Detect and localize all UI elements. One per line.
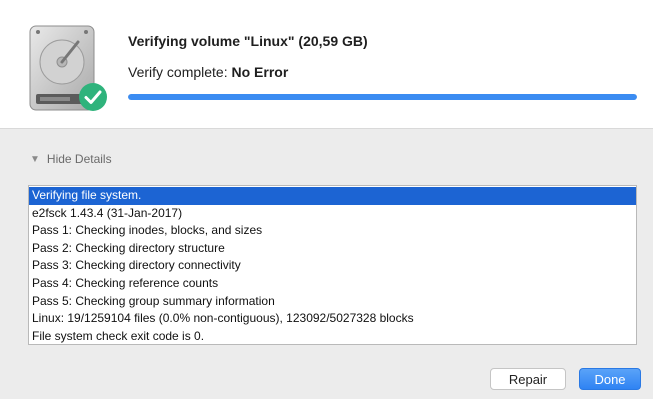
log-line[interactable]: Linux: 19/1259104 files (0.0% non-contig… [29,310,636,328]
verify-status: Verify complete: No Error [128,64,288,80]
hide-details-label: Hide Details [46,152,112,166]
log-line[interactable]: Pass 5: Checking group summary informati… [29,293,636,311]
hide-details-toggle[interactable]: ▼ Hide Details [30,152,112,166]
log-line[interactable]: Verifying file system. [29,187,636,205]
checkmark-badge-icon [79,83,107,111]
log-line[interactable]: Pass 1: Checking inodes, blocks, and siz… [29,222,636,240]
status-prefix: Verify complete: [128,64,232,80]
progress-fill [128,94,637,100]
disclosure-triangle-down-icon: ▼ [30,153,40,165]
header-panel: Verifying volume "Linux" (20,59 GB) Veri… [0,0,653,129]
volume-title: Verifying volume "Linux" (20,59 GB) [128,33,368,49]
log-line[interactable]: Pass 2: Checking directory structure [29,240,636,258]
log-list[interactable]: Verifying file system. e2fsck 1.43.4 (31-… [28,185,637,345]
progress-bar [128,94,637,100]
log-line[interactable]: File system check exit code is 0. [29,328,636,344]
log-line[interactable]: Pass 3: Checking directory connectivity [29,257,636,275]
log-line[interactable]: Pass 4: Checking reference counts [29,275,636,293]
done-button[interactable]: Done [579,368,641,390]
status-value: No Error [231,64,289,80]
repair-button[interactable]: Repair [490,368,566,390]
log-line[interactable]: e2fsck 1.43.4 (31-Jan-2017) [29,205,636,223]
